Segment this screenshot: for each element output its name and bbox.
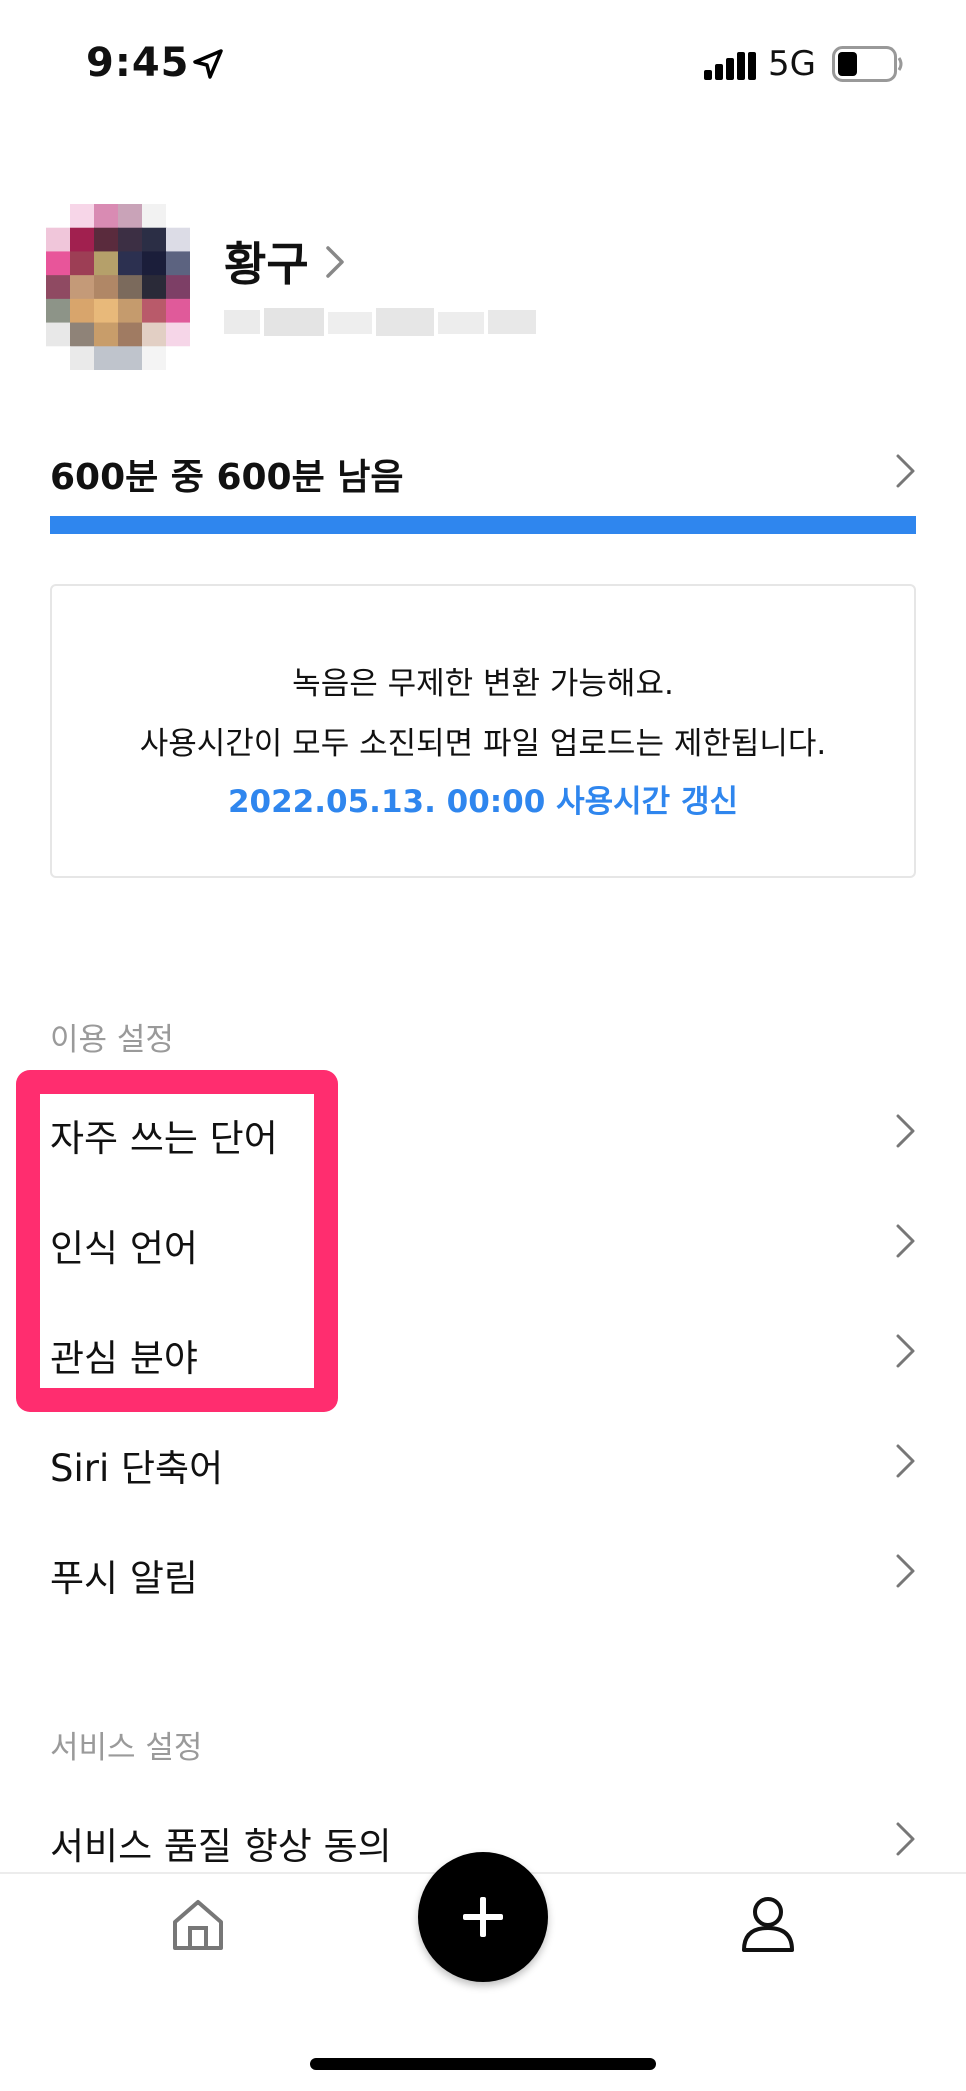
battery-icon bbox=[832, 46, 903, 82]
cellular-signal-icon bbox=[704, 52, 756, 80]
chevron-right-icon[interactable] bbox=[322, 242, 350, 282]
highlight-annotation-box bbox=[16, 1070, 338, 1412]
add-button[interactable] bbox=[418, 1852, 548, 1982]
menu-item-siri-shortcuts[interactable]: Siri 단축어 bbox=[50, 1412, 918, 1512]
home-icon[interactable] bbox=[170, 1896, 226, 1952]
network-type: 5G bbox=[768, 44, 816, 84]
menu-item-label: 푸시 알림 bbox=[50, 1557, 198, 1600]
chevron-right-icon bbox=[896, 1554, 915, 1588]
status-bar: 9:45 5G bbox=[0, 0, 966, 130]
section-header-service-settings: 서비스 설정 bbox=[50, 1730, 203, 1766]
profile-email-blurred bbox=[224, 308, 536, 336]
renewal-date: 2022.05.13. 00:00 사용시간 갱신 bbox=[227, 784, 739, 820]
avatar[interactable] bbox=[46, 204, 190, 370]
section-header-usage-settings: 이용 설정 bbox=[50, 1022, 174, 1058]
plus-icon bbox=[463, 1897, 503, 1937]
usage-text: 600분 중 600분 남음 bbox=[50, 457, 404, 498]
usage-row[interactable]: 600분 중 600분 남음 bbox=[50, 436, 918, 506]
chevron-right-icon bbox=[896, 1334, 915, 1368]
menu-item-label: Siri 단축어 bbox=[50, 1447, 224, 1490]
usage-progress-bar bbox=[50, 516, 916, 534]
chevron-right-icon bbox=[896, 1822, 915, 1856]
notice-line: 녹음은 무제한 변환 가능해요. bbox=[292, 666, 674, 702]
person-icon[interactable] bbox=[740, 1894, 796, 1954]
chevron-right-icon bbox=[896, 1224, 915, 1258]
notice-line: 사용시간이 모두 소진되면 파일 업로드는 제한됩니다. bbox=[139, 726, 827, 762]
profile-name[interactable]: 황구 bbox=[224, 228, 309, 294]
home-indicator bbox=[310, 2058, 656, 2070]
menu-item-push-notifications[interactable]: 푸시 알림 bbox=[50, 1522, 918, 1622]
location-arrow-icon bbox=[193, 49, 223, 79]
usage-progress-fill bbox=[50, 516, 916, 534]
chevron-right-icon bbox=[896, 1444, 915, 1478]
notice-box: 녹음은 무제한 변환 가능해요. 사용시간이 모두 소진되면 파일 업로드는 제… bbox=[50, 584, 916, 878]
status-time: 9:45 bbox=[86, 40, 190, 86]
chevron-right-icon bbox=[896, 1114, 915, 1148]
chevron-right-icon bbox=[896, 454, 915, 488]
menu-item-label: 서비스 품질 향상 동의 bbox=[50, 1825, 392, 1868]
